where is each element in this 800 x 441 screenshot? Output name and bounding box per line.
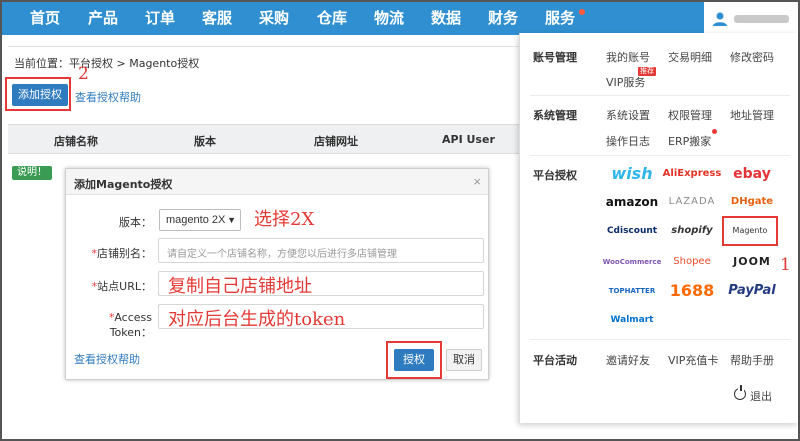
col-version: 版本 — [194, 135, 216, 148]
shopify-logo[interactable]: shopify — [662, 220, 722, 242]
ebay-logo[interactable]: ebay — [722, 163, 782, 185]
dialog-header: 添加Magento授权 × — [66, 169, 488, 195]
service-dropdown-panel: 账号管理 我的账号 交易明细 修改密码 VIP服务 推荐 系统管理 系统设置 权… — [519, 33, 798, 423]
breadcrumb: 当前位置：平台授权 > Magento授权 — [14, 57, 200, 70]
divider — [530, 155, 790, 156]
store-alias-input[interactable]: 请自定义一个店铺名称，方便您以后进行多店铺管理 — [158, 238, 484, 263]
link-help-manual[interactable]: 帮助手册 — [730, 352, 774, 368]
nav-purchase[interactable]: 采购 — [259, 2, 289, 35]
divider — [530, 339, 790, 340]
dialog-help-link[interactable]: 查看授权帮助 — [74, 351, 140, 367]
1688-logo[interactable]: 1688 — [662, 280, 722, 302]
add-magento-dialog: 添加Magento授权 × 版本： magento 2X ▼ 选择2X *店铺别… — [65, 168, 489, 380]
version-label: 版本： — [119, 216, 152, 229]
link-erp-migration[interactable]: ERP搬家 — [668, 133, 711, 149]
divider — [530, 95, 790, 96]
alias-label: *店铺别名： — [91, 247, 153, 260]
notification-dot — [712, 129, 717, 134]
link-change-password[interactable]: 修改密码 — [730, 49, 774, 65]
step-number-2: 2 — [78, 64, 89, 84]
version-select-value: magento 2X — [166, 214, 226, 226]
nav-home[interactable]: 首页 — [30, 2, 60, 35]
dhgate-logo[interactable]: DHgate — [722, 191, 782, 213]
username-blurred — [734, 15, 789, 23]
section-platform: 平台授权 — [533, 169, 577, 182]
nav-orders[interactable]: 订单 — [145, 2, 175, 35]
link-permissions[interactable]: 权限管理 — [668, 107, 712, 123]
link-invite-friends[interactable]: 邀请好友 — [606, 352, 650, 368]
nav-finance[interactable]: 财务 — [488, 2, 518, 35]
highlight-box-add — [5, 77, 71, 111]
logout-link[interactable]: 退出 — [750, 388, 772, 404]
amazon-logo[interactable]: amazon — [602, 191, 662, 213]
store-alias-placeholder: 请自定义一个店铺名称，方便您以后进行多店铺管理 — [167, 249, 397, 260]
note-badge: 说明！ — [12, 166, 52, 180]
cdiscount-logo[interactable]: Cdiscount — [602, 220, 662, 242]
power-icon — [734, 385, 746, 400]
col-api-user: API User — [442, 133, 495, 146]
nav-logistics[interactable]: 物流 — [374, 2, 404, 35]
link-operation-log[interactable]: 操作日志 — [606, 133, 650, 149]
notification-dot — [579, 9, 585, 15]
wish-logo[interactable]: wish — [602, 163, 662, 185]
hint-url: 复制自己店铺地址 — [168, 276, 312, 297]
user-icon — [713, 12, 727, 26]
joom-logo[interactable]: JOOM — [722, 251, 782, 273]
highlight-box-magento — [722, 216, 778, 246]
shopee-logo[interactable]: Shopee — [662, 251, 722, 273]
breadcrumb-divider — [8, 46, 520, 47]
top-navigation: 首页 产品 订单 客服 采购 仓库 物流 数据 财务 服务 — [2, 2, 798, 35]
link-transactions[interactable]: 交易明细 — [668, 49, 712, 65]
section-system: 系统管理 — [533, 109, 577, 122]
lazada-logo[interactable]: LAZADA — [662, 191, 722, 213]
nav-services[interactable]: 服务 — [545, 2, 575, 35]
url-label: *站点URL： — [91, 280, 152, 293]
cancel-button[interactable]: 取消 — [446, 349, 482, 371]
close-icon[interactable]: × — [473, 174, 481, 189]
link-vip-card[interactable]: VIP充值卡 — [668, 352, 718, 368]
nav-service[interactable]: 客服 — [202, 2, 232, 35]
woocommerce-logo[interactable]: WooCommerce — [602, 251, 662, 273]
section-activity: 平台活动 — [533, 354, 577, 367]
dialog-title: 添加Magento授权 — [74, 178, 173, 191]
link-my-account[interactable]: 我的账号 — [606, 49, 650, 65]
col-store-url: 店铺网址 — [314, 135, 358, 148]
aliexpress-logo[interactable]: AliExpress — [662, 163, 722, 185]
view-help-link[interactable]: 查看授权帮助 — [75, 89, 141, 105]
step-number-1: 1 — [780, 255, 791, 275]
paypal-logo[interactable]: PayPal — [722, 280, 782, 302]
nav-warehouse[interactable]: 仓库 — [317, 2, 347, 35]
col-store-name: 店铺名称 — [54, 135, 98, 148]
chevron-down-icon: ▼ — [227, 215, 236, 225]
version-select[interactable]: magento 2X ▼ — [159, 209, 241, 231]
hint-version: 选择2X — [254, 209, 315, 230]
recommend-badge: 推荐 — [638, 67, 656, 76]
link-vip-service[interactable]: VIP服务 — [606, 74, 645, 90]
nav-data[interactable]: 数据 — [431, 2, 461, 35]
walmart-logo[interactable]: Walmart — [602, 309, 662, 331]
tophatter-logo[interactable]: TOPHATTER — [602, 280, 662, 302]
authorize-button[interactable]: 授权 — [394, 349, 434, 371]
link-system-settings[interactable]: 系统设置 — [606, 107, 650, 123]
table-header: 店铺名称 版本 店铺网址 API User — [8, 124, 520, 154]
nav-products[interactable]: 产品 — [88, 2, 118, 35]
hint-token: 对应后台生成的token — [168, 309, 346, 330]
section-account: 账号管理 — [533, 51, 577, 64]
token-label: *Access Token： — [108, 311, 152, 339]
link-addresses[interactable]: 地址管理 — [730, 107, 774, 123]
user-menu[interactable] — [704, 2, 798, 35]
